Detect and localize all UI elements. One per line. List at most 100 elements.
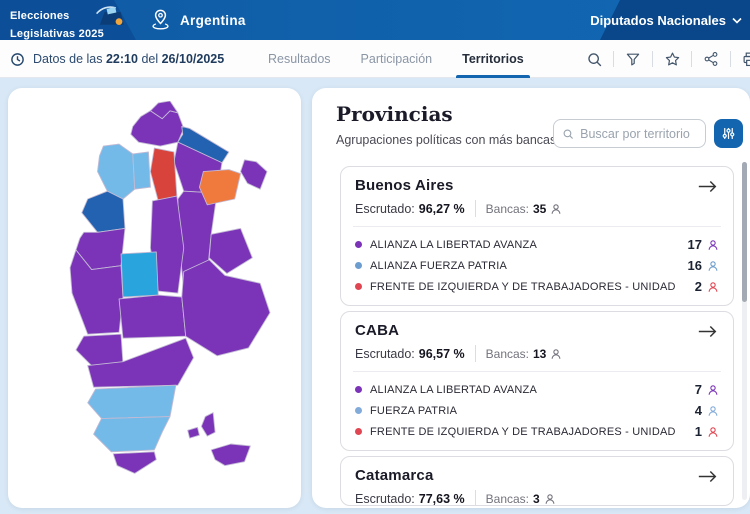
filter-icon[interactable] [621, 51, 645, 67]
panel-subtitle: Agrupaciones políticas con más bancas [336, 133, 556, 147]
datos-mid: del [141, 52, 158, 66]
share-icon[interactable] [699, 51, 723, 67]
location-selector[interactable]: Argentina [150, 0, 246, 40]
map-islas-malvinas[interactable] [188, 427, 200, 438]
territory-search[interactable] [553, 119, 706, 148]
divider [475, 200, 476, 217]
person-icon [550, 348, 562, 360]
divider [652, 51, 653, 67]
party-color-dot [355, 428, 362, 435]
map-province-la-rioja[interactable] [82, 191, 125, 232]
map-islas-malvinas[interactable] [201, 413, 215, 437]
main-content: Provincias Agrupaciones políticas con má… [0, 78, 750, 514]
sliders-icon [721, 126, 736, 141]
bancas-value: 35 [533, 202, 546, 216]
person-icon [707, 426, 719, 438]
province-name: Catamarca [355, 467, 434, 484]
panel-title: Provincias [336, 102, 453, 126]
party-seats: 1 [695, 424, 702, 439]
scrollbar-thumb[interactable] [742, 162, 747, 302]
datos-date: 26/10/2025 [162, 52, 225, 66]
logo-line2: Legislativas 2025 [10, 28, 104, 40]
map-province-tierra-del-fuego[interactable] [113, 452, 156, 474]
party-seats: 2 [695, 279, 702, 294]
map-province-san-luis[interactable] [121, 252, 158, 297]
bancas-value: 13 [533, 347, 546, 361]
print-icon[interactable] [738, 51, 750, 68]
argentina-map [68, 101, 274, 493]
search-icon[interactable] [582, 51, 606, 68]
scrollbar[interactable] [742, 162, 747, 500]
party-name: FUERZA PATRIA [370, 405, 457, 417]
provinces-panel: Provincias Agrupaciones políticas con má… [312, 88, 750, 508]
tab-resultados[interactable]: Resultados [268, 40, 331, 78]
person-icon [707, 384, 719, 396]
clock-icon [10, 52, 25, 67]
app-logo[interactable]: Elecciones Legislativas 2025 [10, 6, 128, 40]
app-window: Elecciones Legislativas 2025 Argentina D… [0, 0, 750, 514]
party-name: FRENTE DE IZQUIERDA Y DE TRABAJADORES - … [370, 426, 676, 438]
bancas-label: Bancas: [486, 347, 529, 361]
map-islas-malvinas[interactable] [211, 444, 250, 466]
person-icon [544, 493, 556, 505]
arrow-right-icon[interactable] [697, 469, 719, 484]
person-icon [550, 203, 562, 215]
province-card-caba[interactable]: CABA Escrutado: 96,57 % Bancas: 13 [340, 311, 734, 451]
tab-territorios[interactable]: Territorios [462, 40, 524, 78]
map-province-santa-cruz[interactable] [94, 417, 170, 452]
location-pin-icon [150, 8, 171, 32]
map-province-santiago-del-estero[interactable] [150, 148, 176, 201]
escrutado-value: 96,27 % [419, 202, 465, 216]
subheader: Datos de las 22:10 del 26/10/2025 Result… [0, 40, 750, 78]
province-card-catamarca[interactable]: Catamarca Escrutado: 77,63 % Bancas: 3 [340, 456, 734, 506]
toolbar-actions [582, 40, 750, 78]
bancas-value: 3 [533, 492, 540, 506]
person-icon [707, 239, 719, 251]
escrutado-value: 77,63 % [419, 492, 465, 506]
divider [353, 226, 721, 227]
map-province-tucuman[interactable] [133, 152, 151, 189]
province-card-buenos-aires[interactable]: Buenos Aires Escrutado: 96,27 % Bancas: … [340, 166, 734, 306]
divider [691, 51, 692, 67]
map-province-misiones[interactable] [241, 160, 267, 189]
party-seats: 16 [688, 258, 702, 273]
star-icon[interactable] [660, 51, 684, 68]
map-province-corrientes[interactable] [199, 170, 240, 205]
party-row: ALIANZA LA LIBERTAD AVANZA 17 [355, 234, 719, 255]
party-seats: 17 [688, 237, 702, 252]
party-color-dot [355, 283, 362, 290]
divider [353, 371, 721, 372]
party-name: ALIANZA FUERZA PATRIA [370, 260, 507, 272]
data-timestamp: Datos de las 22:10 del 26/10/2025 [10, 40, 224, 78]
tab-participacion[interactable]: Participación [361, 40, 433, 78]
bancas-label: Bancas: [486, 202, 529, 216]
search-input[interactable] [580, 127, 697, 141]
datos-time: 22:10 [106, 52, 138, 66]
party-row: FRENTE DE IZQUIERDA Y DE TRABAJADORES - … [355, 421, 719, 442]
province-name: CABA [355, 322, 399, 339]
party-row: ALIANZA LA LIBERTAD AVANZA 7 [355, 379, 719, 400]
search-icon [562, 127, 574, 141]
party-row: FUERZA PATRIA 4 [355, 400, 719, 421]
party-color-dot [355, 262, 362, 269]
person-icon [707, 281, 719, 293]
category-selector[interactable]: Diputados Nacionales [590, 0, 742, 40]
map-province-catamarca[interactable] [98, 144, 135, 199]
map-province-salta[interactable] [131, 111, 184, 146]
party-color-dot [355, 407, 362, 414]
arrow-right-icon[interactable] [697, 179, 719, 194]
map-province-la-pampa[interactable] [119, 295, 186, 338]
ballot-box-icon [94, 4, 128, 28]
arrow-right-icon[interactable] [697, 324, 719, 339]
escrutado-value: 96,57 % [419, 347, 465, 361]
map-province-buenos-aires[interactable] [182, 260, 270, 356]
bancas-label: Bancas: [486, 492, 529, 506]
list-settings-button[interactable] [714, 119, 743, 148]
logo-line1: Elecciones [10, 10, 69, 22]
party-row: ALIANZA FUERZA PATRIA 16 [355, 255, 719, 276]
party-name: FRENTE DE IZQUIERDA Y DE TRABAJADORES - … [370, 281, 676, 293]
party-seats: 4 [695, 403, 702, 418]
province-list: Buenos Aires Escrutado: 96,27 % Bancas: … [340, 166, 734, 508]
divider [475, 490, 476, 506]
map-province-chubut[interactable] [88, 385, 176, 418]
